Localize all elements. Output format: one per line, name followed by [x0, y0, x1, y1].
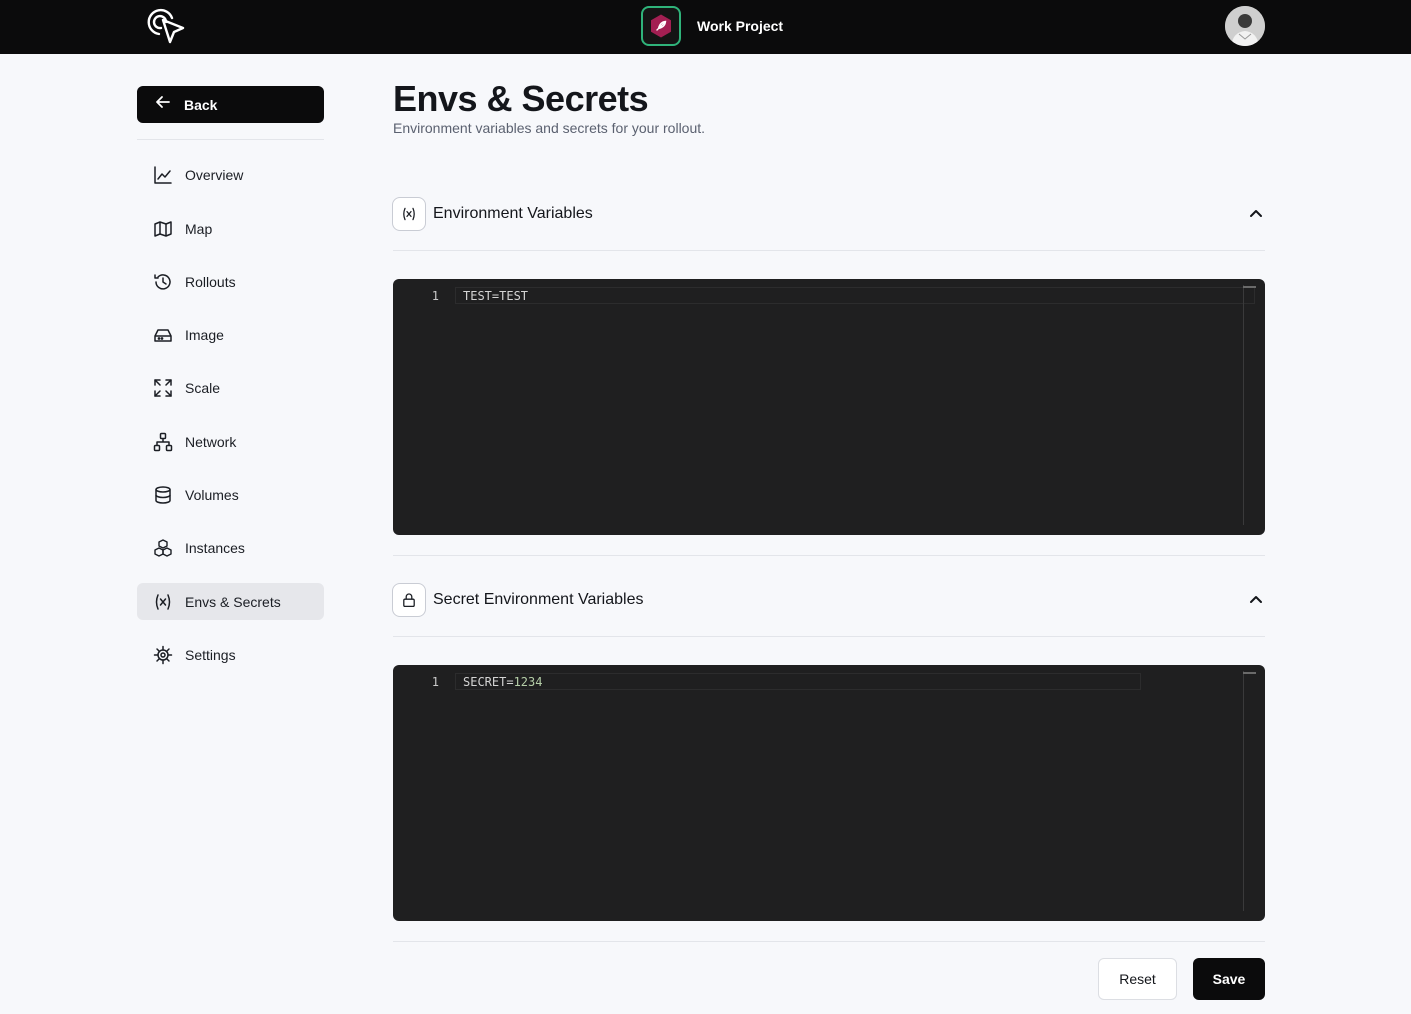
- sidebar-item-instances[interactable]: Instances: [137, 529, 324, 566]
- page-title: Envs & Secrets: [393, 78, 649, 119]
- hexagon-feather-icon: [641, 6, 681, 46]
- line-number: 1: [431, 675, 439, 689]
- network-icon: [153, 432, 173, 452]
- secret-variables-editor[interactable]: 1 SECRET=1234: [393, 665, 1265, 921]
- editor-scrollbar[interactable]: [1243, 671, 1244, 911]
- sidebar-item-map[interactable]: Map: [137, 210, 324, 247]
- avatar[interactable]: [1225, 6, 1265, 46]
- history-icon: [153, 272, 173, 292]
- sidebar-item-label: Rollouts: [185, 273, 236, 290]
- back-button-label: Back: [184, 96, 218, 113]
- code-text[interactable]: TEST=TEST: [463, 289, 528, 303]
- top-bar: Work Project: [0, 0, 1411, 54]
- save-button[interactable]: Save: [1193, 958, 1265, 1000]
- sidebar-item-label: Instances: [185, 539, 245, 556]
- sidebar-divider: [137, 139, 324, 140]
- sidebar-item-network[interactable]: Network: [137, 423, 324, 460]
- sidebar-item-label: Envs & Secrets: [185, 593, 281, 610]
- chevron-up-icon[interactable]: [1247, 205, 1265, 223]
- expand-icon: [153, 378, 173, 398]
- line-chart-icon: [153, 165, 173, 185]
- section-divider: [393, 636, 1265, 637]
- hard-drive-icon: [153, 325, 173, 345]
- project-name: Work Project: [697, 18, 784, 34]
- lock-icon: [392, 583, 426, 617]
- variable-icon: [153, 592, 173, 612]
- sidebar-item-label: Network: [185, 433, 237, 450]
- sidebar-item-label: Map: [185, 220, 213, 237]
- sidebar-item-scale[interactable]: Scale: [137, 369, 324, 406]
- sidebar-item-label: Image: [185, 326, 224, 343]
- sidebar-item-label: Settings: [185, 646, 236, 663]
- arrow-left-icon: [154, 93, 172, 116]
- env-variables-section-header[interactable]: Environment Variables: [392, 197, 1265, 231]
- project-switcher[interactable]: Work Project: [641, 6, 783, 46]
- database-icon: [153, 485, 173, 505]
- sidebar-item-label: Overview: [185, 166, 244, 183]
- sidebar-item-label: Scale: [185, 379, 221, 396]
- secret-variables-section-header[interactable]: Secret Environment Variables: [392, 583, 1265, 617]
- variable-icon: [392, 197, 426, 231]
- env-variables-editor[interactable]: 1 TEST=TEST: [393, 279, 1265, 535]
- chevron-up-icon[interactable]: [1247, 591, 1265, 609]
- editor-line: 1 SECRET=1234: [393, 673, 1255, 690]
- back-button[interactable]: Back: [137, 86, 324, 123]
- line-number: 1: [431, 289, 439, 303]
- page-subtitle: Environment variables and secrets for yo…: [393, 120, 706, 136]
- sidebar-item-image[interactable]: Image: [137, 316, 324, 353]
- editor-line: 1 TEST=TEST: [393, 287, 1255, 304]
- boxes-icon: [153, 538, 173, 558]
- section-title: Environment Variables: [433, 205, 593, 222]
- cursor-click-icon[interactable]: [143, 5, 187, 49]
- current-line-highlight: [455, 287, 1255, 304]
- code-value: 1234: [513, 675, 543, 689]
- map-icon: [153, 219, 173, 239]
- section-divider: [393, 250, 1265, 251]
- code-value: TEST: [499, 289, 529, 303]
- sidebar-item-rollouts[interactable]: Rollouts: [137, 263, 324, 300]
- section-title: Secret Environment Variables: [433, 591, 644, 608]
- editor-scrollbar[interactable]: [1243, 285, 1244, 525]
- section-divider: [393, 941, 1265, 942]
- sidebar-item-envs-secrets[interactable]: Envs & Secrets: [137, 583, 324, 620]
- editor-scrollbar-thumb[interactable]: [1243, 672, 1256, 674]
- reset-button[interactable]: Reset: [1098, 958, 1177, 1000]
- sidebar-item-label: Volumes: [185, 486, 239, 503]
- cog-icon: [153, 645, 173, 665]
- current-line-highlight: [455, 673, 1141, 690]
- sidebar-item-overview[interactable]: Overview: [137, 156, 324, 193]
- sidebar-item-volumes[interactable]: Volumes: [137, 476, 324, 513]
- code-key: TEST=: [463, 289, 500, 303]
- code-key: SECRET=: [463, 675, 514, 689]
- sidebar-item-settings[interactable]: Settings: [137, 636, 324, 673]
- section-divider: [393, 555, 1265, 556]
- code-text[interactable]: SECRET=1234: [463, 675, 542, 689]
- editor-scrollbar-thumb[interactable]: [1243, 286, 1256, 288]
